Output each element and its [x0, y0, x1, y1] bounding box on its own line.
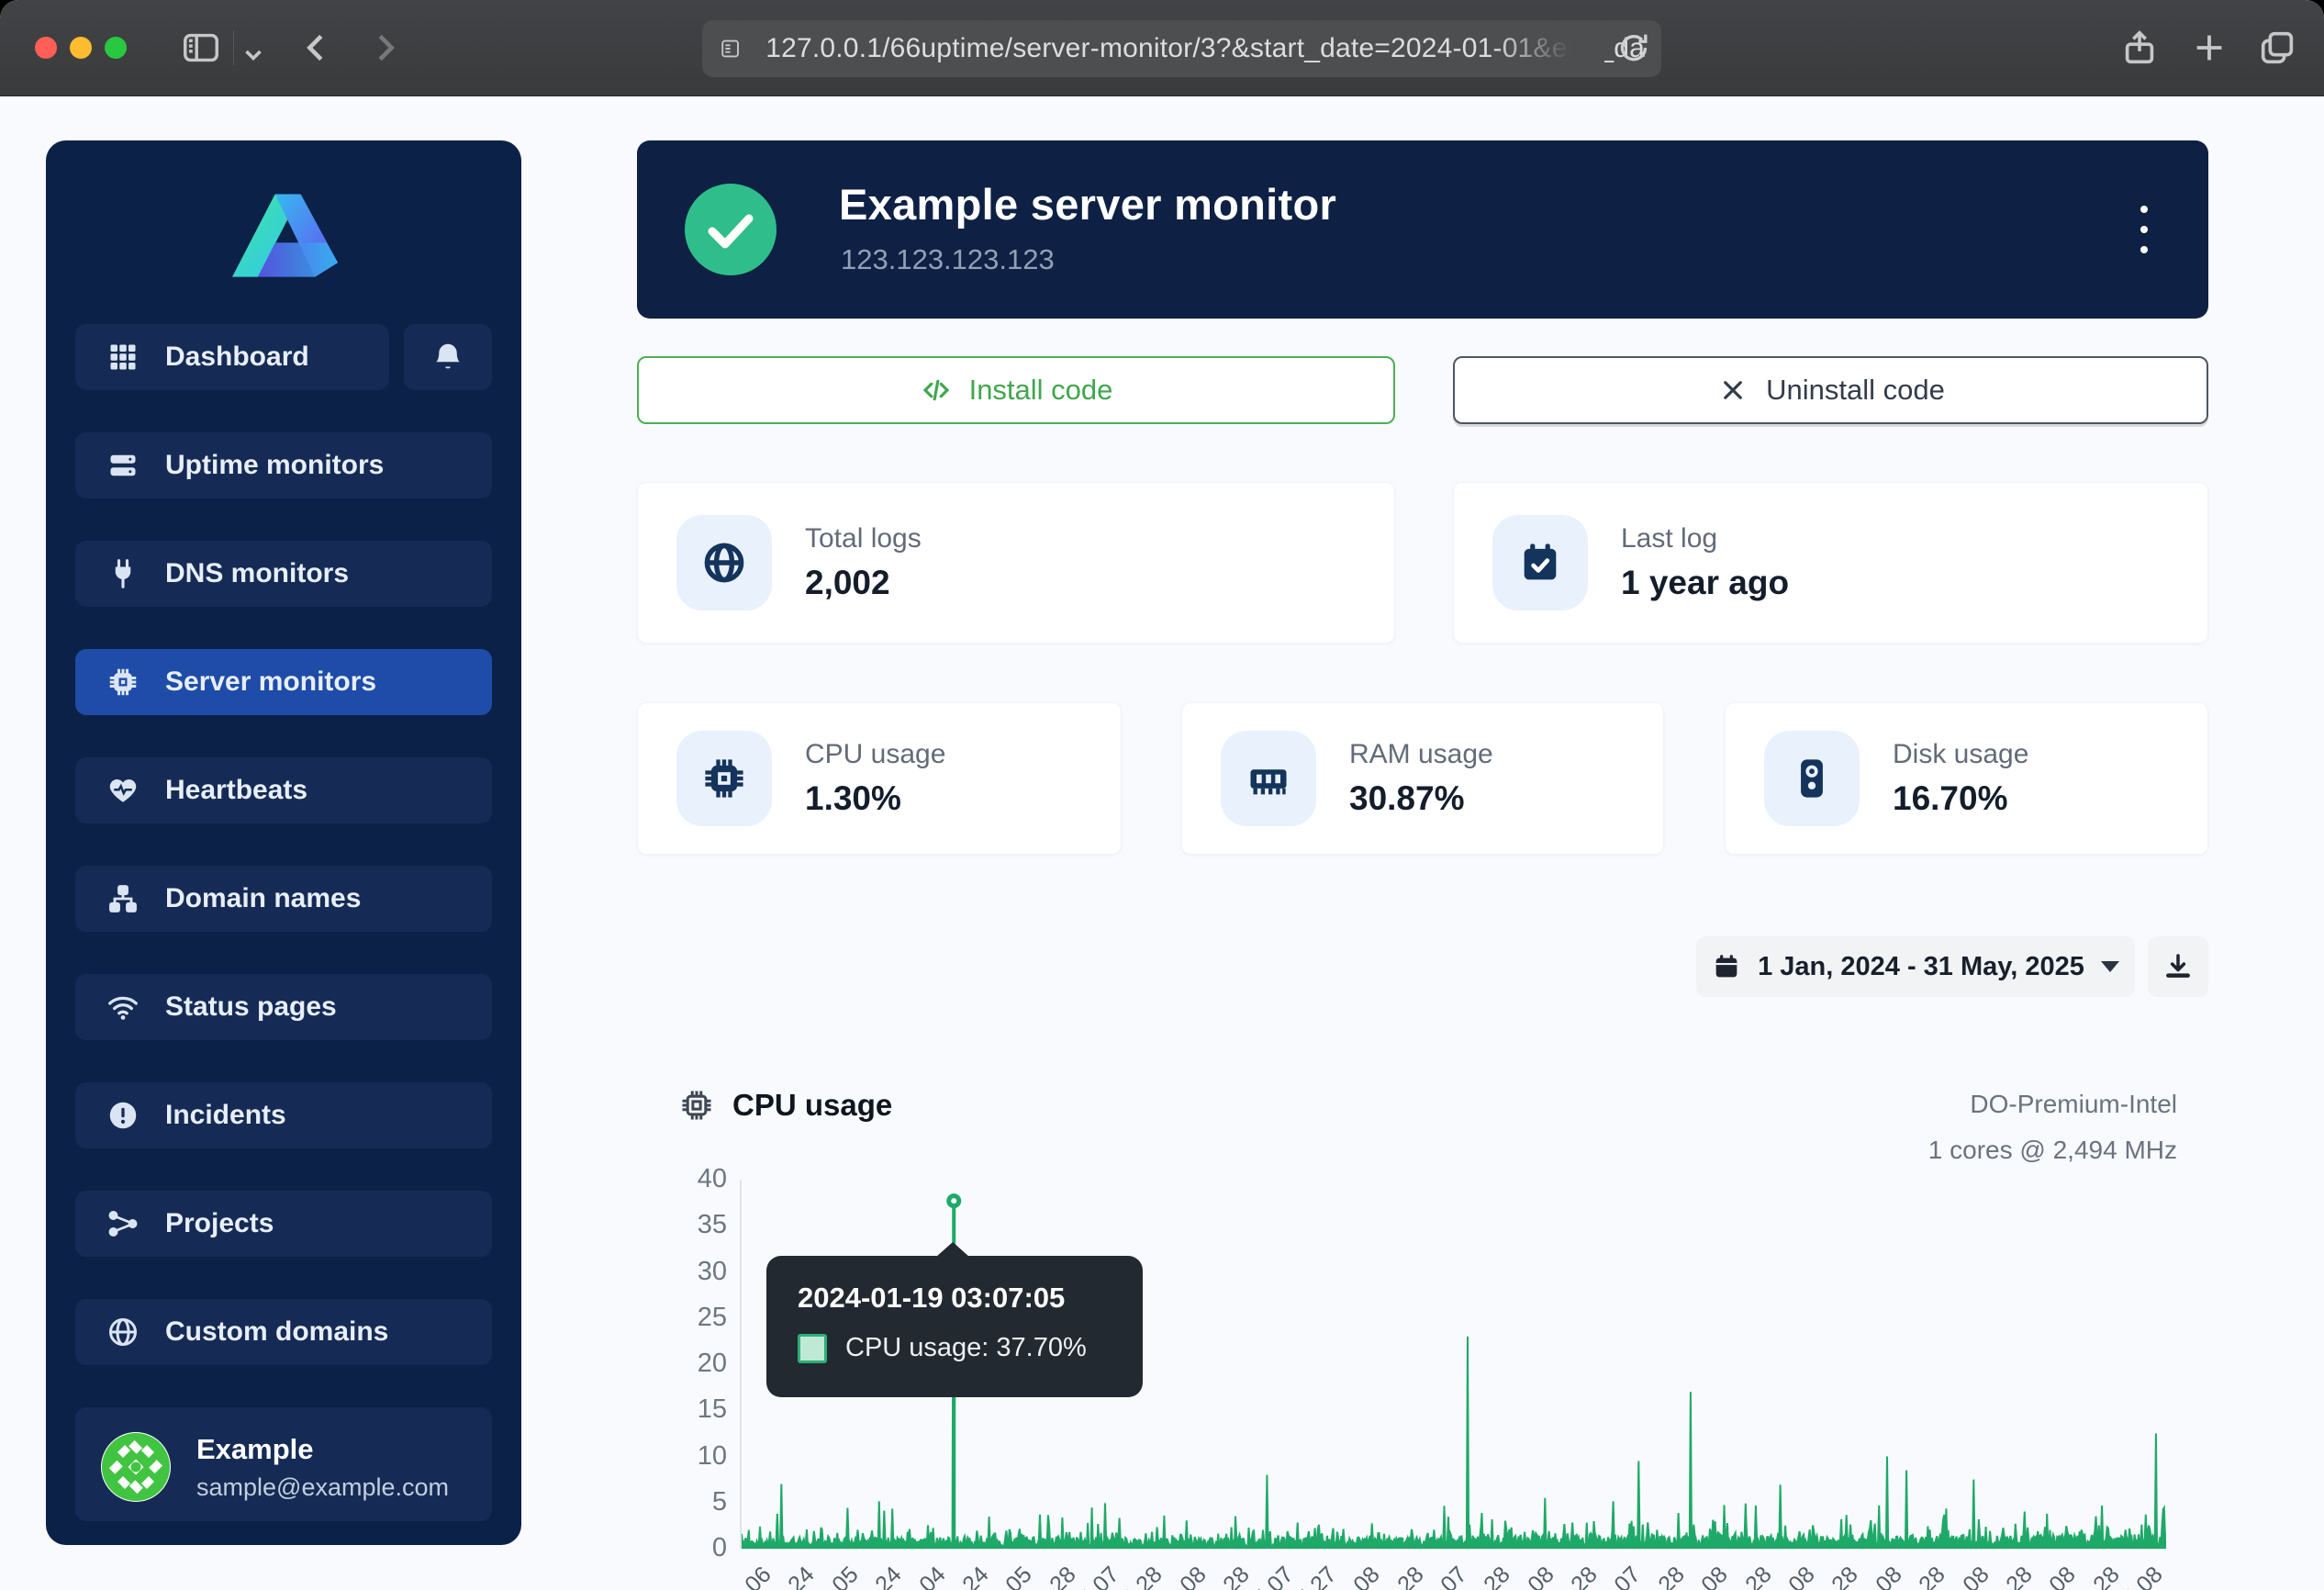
date-range-label: 1 Jan, 2024 - 31 May, 2025: [1758, 952, 2084, 982]
status-up-icon: [685, 184, 777, 275]
calendar-icon: [1712, 952, 1741, 981]
wifi-icon: [106, 991, 140, 1024]
grid-icon: [106, 341, 140, 374]
stat-icon-tile: [676, 731, 772, 826]
stat-label: Disk usage: [1893, 739, 2028, 770]
sidebar-item-label: Uptime monitors: [165, 450, 384, 481]
sidebar-item-dns-monitors[interactable]: DNS monitors: [75, 541, 492, 607]
sidebar-toggle-icon[interactable]: [180, 27, 222, 69]
stat-label: RAM usage: [1349, 739, 1493, 770]
share-nodes-icon: [106, 1207, 140, 1240]
stat-icon-tile: [1764, 731, 1860, 826]
stat-value: 16.70%: [1893, 779, 2028, 818]
chevron-down-icon[interactable]: [237, 33, 270, 75]
sidebar-item-incidents[interactable]: Incidents: [75, 1082, 492, 1148]
date-range-picker[interactable]: 1 Jan, 2024 - 31 May, 2025: [1696, 936, 2135, 997]
caret-down-icon: [2101, 961, 2119, 972]
monitor-ip: 123.123.123.123: [841, 243, 1055, 276]
server-meta: DO-Premium-Intel 1 cores @ 2,494 MHz: [1928, 1081, 2177, 1173]
profile-email: sample@example.com: [196, 1473, 449, 1502]
logo-icon: [211, 183, 356, 286]
stat-value: 1 year ago: [1621, 564, 1789, 602]
globe-icon: [700, 539, 748, 587]
zoom-window-button[interactable]: [105, 37, 127, 59]
stat-icon-tile: [1492, 515, 1588, 610]
heart-pulse-icon: [106, 774, 140, 807]
sidebar-item-status-pages[interactable]: Status pages: [75, 974, 492, 1040]
globe-icon: [106, 1316, 140, 1349]
stat-card-total-logs: Total logs 2,002: [637, 482, 1395, 644]
stat-card-last-log: Last log 1 year ago: [1453, 482, 2208, 644]
close-window-button[interactable]: [35, 37, 57, 59]
more-options-button[interactable]: [2126, 197, 2162, 262]
profile-name: Example: [196, 1433, 449, 1466]
chip-icon: [106, 666, 140, 699]
server-model: DO-Premium-Intel: [1928, 1081, 2177, 1127]
stat-card-cpu: CPU usage 1.30%: [637, 702, 1122, 855]
code-icon: [920, 374, 953, 407]
sidebar-item-projects[interactable]: Projects: [75, 1191, 492, 1257]
close-icon: [1716, 374, 1749, 407]
monitor-title: Example server monitor: [839, 179, 1336, 230]
download-button[interactable]: [2148, 936, 2208, 997]
sidebar-item-dashboard[interactable]: Dashboard: [75, 324, 389, 390]
stat-value: 2,002: [805, 564, 922, 602]
sidebar-item-heartbeats[interactable]: Heartbeats: [75, 757, 492, 823]
sidebar-item-label: DNS monitors: [165, 558, 349, 589]
chip-icon: [700, 755, 748, 802]
sidebar-item-label: Domain names: [165, 883, 361, 914]
sidebar-item-label: Heartbeats: [165, 775, 307, 806]
sidebar-item-custom-domains[interactable]: Custom domains: [75, 1299, 492, 1365]
uninstall-code-label: Uninstall code: [1766, 374, 1945, 407]
alert-icon: [106, 1099, 140, 1132]
back-button[interactable]: [296, 27, 338, 69]
sidebar-item-label: Status pages: [165, 991, 337, 1023]
tab-overview-icon[interactable]: [2256, 27, 2298, 69]
sidebar-item-label: Projects: [165, 1208, 274, 1239]
bell-icon: [431, 341, 464, 374]
stat-value: 30.87%: [1349, 779, 1493, 818]
chart-title: CPU usage: [732, 1088, 892, 1123]
stat-card-disk: Disk usage 16.70%: [1725, 702, 2208, 855]
stat-icon-tile: [1221, 731, 1316, 826]
plug-icon: [106, 557, 140, 590]
sidebar-item-label: Server monitors: [165, 666, 376, 698]
forward-button[interactable]: [363, 27, 406, 69]
hard-drive-icon: [1788, 755, 1836, 802]
monitor-header-card: Example server monitor 123.123.123.123: [637, 140, 2208, 319]
app-logo: [75, 183, 492, 286]
main-content: Example server monitor 123.123.123.123 I…: [637, 0, 2208, 1590]
install-code-button[interactable]: Install code: [637, 356, 1395, 424]
install-code-label: Install code: [969, 374, 1113, 407]
calendar-check-icon: [1516, 539, 1564, 587]
toolbar-divider: [233, 30, 234, 65]
sidebar-item-label: Custom domains: [165, 1316, 388, 1348]
download-icon: [2162, 951, 2194, 982]
sidebar-item-label: Incidents: [165, 1100, 286, 1131]
server-cores: 1 cores @ 2,494 MHz: [1928, 1127, 2177, 1173]
memory-icon: [1245, 755, 1292, 802]
server-stack-icon: [106, 449, 140, 482]
chart-header: CPU usage: [679, 1088, 892, 1123]
minimize-window-button[interactable]: [70, 37, 92, 59]
stat-value: 1.30%: [805, 779, 945, 818]
uninstall-code-button[interactable]: Uninstall code: [1453, 356, 2208, 424]
stat-card-ram: RAM usage 30.87%: [1181, 702, 1664, 855]
stat-label: CPU usage: [805, 739, 945, 770]
stat-label: Last log: [1621, 523, 1789, 554]
sidebar: Dashboard Uptime monitors DNS monitors S…: [46, 140, 521, 1545]
stat-label: Total logs: [805, 523, 922, 554]
sidebar-item-domain-names[interactable]: Domain names: [75, 866, 492, 932]
notifications-button[interactable]: [404, 324, 492, 390]
sidebar-item-label: Dashboard: [165, 342, 309, 373]
sitemap-icon: [106, 882, 140, 915]
sidebar-item-uptime-monitors[interactable]: Uptime monitors: [75, 432, 492, 498]
avatar: [101, 1432, 171, 1502]
browser-window: 127.0.0.1/66uptime/server-monitor/3?&sta…: [0, 0, 2324, 1590]
user-profile[interactable]: Example sample@example.com: [75, 1413, 492, 1521]
stat-icon-tile: [676, 515, 772, 610]
chip-icon: [679, 1088, 714, 1123]
sidebar-item-server-monitors[interactable]: Server monitors: [75, 649, 492, 715]
